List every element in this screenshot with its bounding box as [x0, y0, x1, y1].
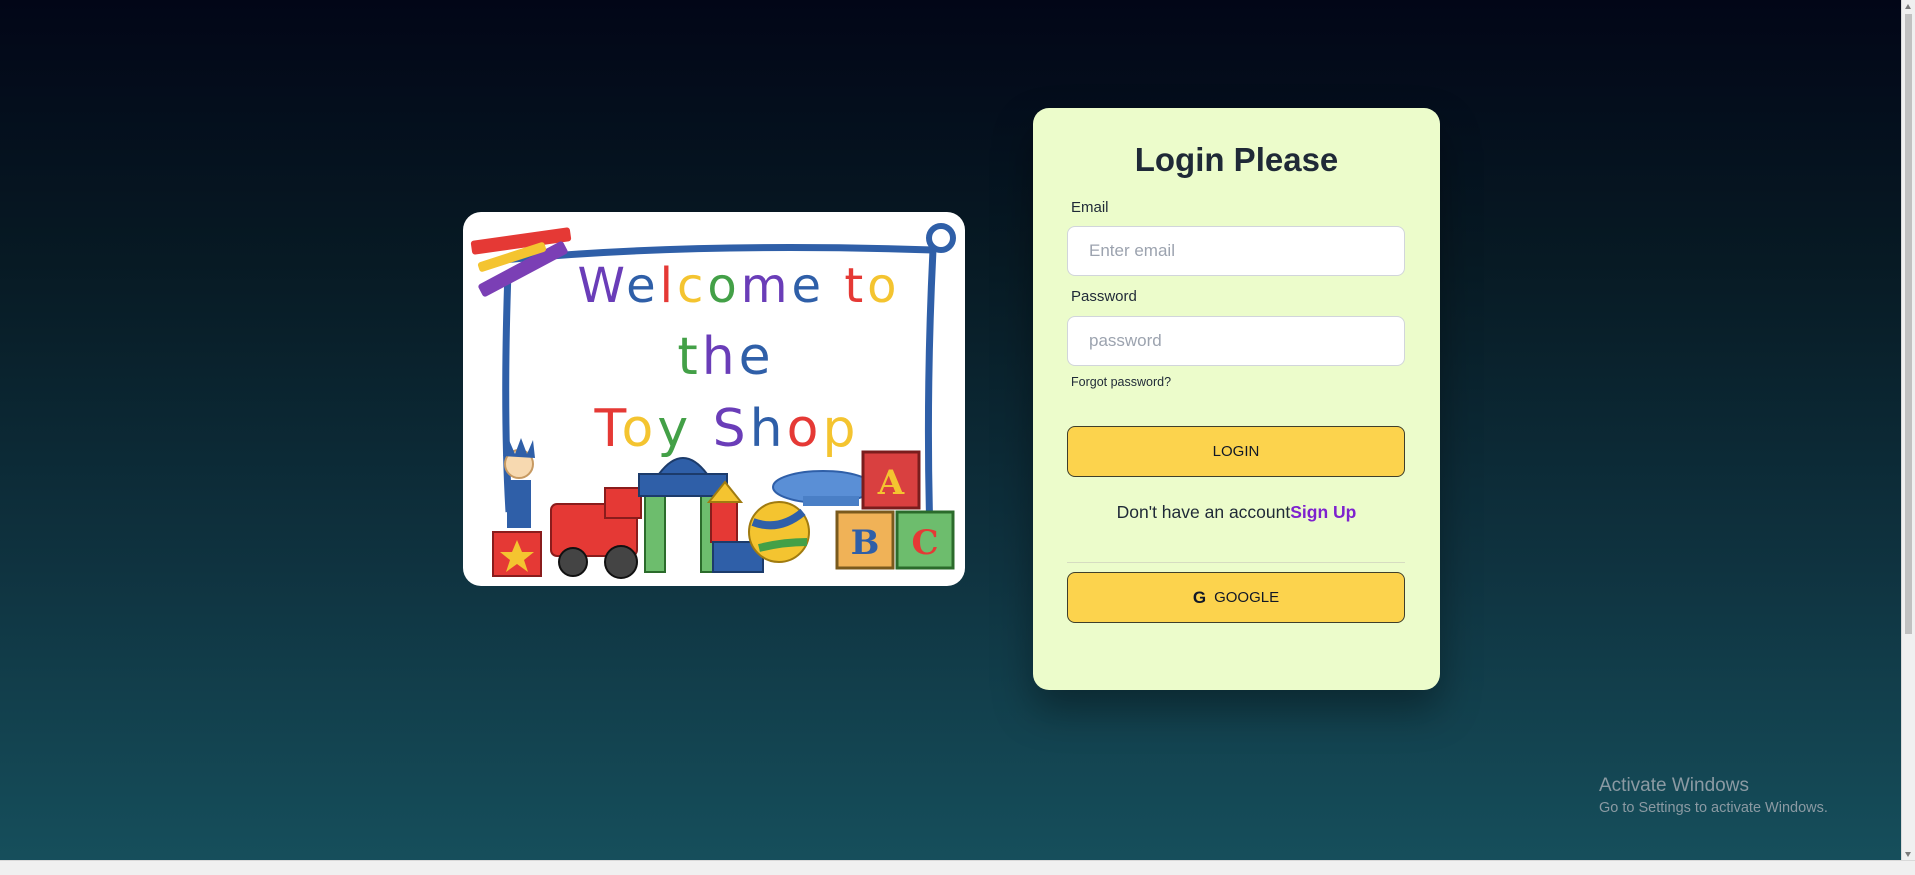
scrollbar-thumb[interactable]: [1905, 14, 1912, 634]
email-input[interactable]: [1067, 226, 1405, 276]
horizontal-scrollbar[interactable]: [0, 860, 1915, 875]
block-c: C: [911, 523, 938, 563]
signup-link[interactable]: Sign Up: [1290, 502, 1356, 522]
email-label: Email: [1071, 199, 1109, 216]
watermark-title: Activate Windows: [1599, 775, 1749, 796]
login-button[interactable]: LOGIN: [1067, 426, 1405, 477]
login-title: Login Please: [1134, 141, 1339, 178]
signup-row: Don't have an accountSign Up: [1033, 502, 1440, 523]
scroll-up-icon[interactable]: [1905, 4, 1911, 9]
password-label: Password: [1071, 288, 1137, 305]
google-login-button[interactable]: G GOOGLE: [1067, 572, 1405, 623]
toy-shop-illustration: Welcome to the Toy Shop A B C: [470, 223, 956, 579]
activate-windows-watermark: Activate Windows Go to Settings to activ…: [1599, 775, 1828, 816]
google-button-label: GOOGLE: [1214, 589, 1280, 606]
divider: [1067, 562, 1405, 563]
scroll-down-icon[interactable]: [1905, 852, 1911, 857]
password-input[interactable]: [1067, 316, 1405, 366]
google-icon: G: [1192, 587, 1207, 607]
signup-prompt: Don't have an account: [1116, 502, 1291, 522]
vertical-scrollbar[interactable]: [1901, 0, 1915, 861]
forgot-password-link[interactable]: Forgot password?: [1071, 375, 1171, 389]
block-b: B: [851, 523, 880, 563]
welcome-image: Welcome to the Toy Shop A B C: [463, 212, 965, 586]
login-button-label: LOGIN: [1212, 443, 1260, 460]
login-card: Login Please Email Password Forgot passw…: [1033, 108, 1440, 690]
block-a: A: [877, 463, 905, 503]
watermark-subtitle: Go to Settings to activate Windows.: [1599, 800, 1828, 816]
welcome-line-1: Welcome to: [577, 258, 900, 314]
welcome-line-2: the: [677, 327, 774, 387]
welcome-line-3: Toy Shop: [594, 399, 860, 459]
